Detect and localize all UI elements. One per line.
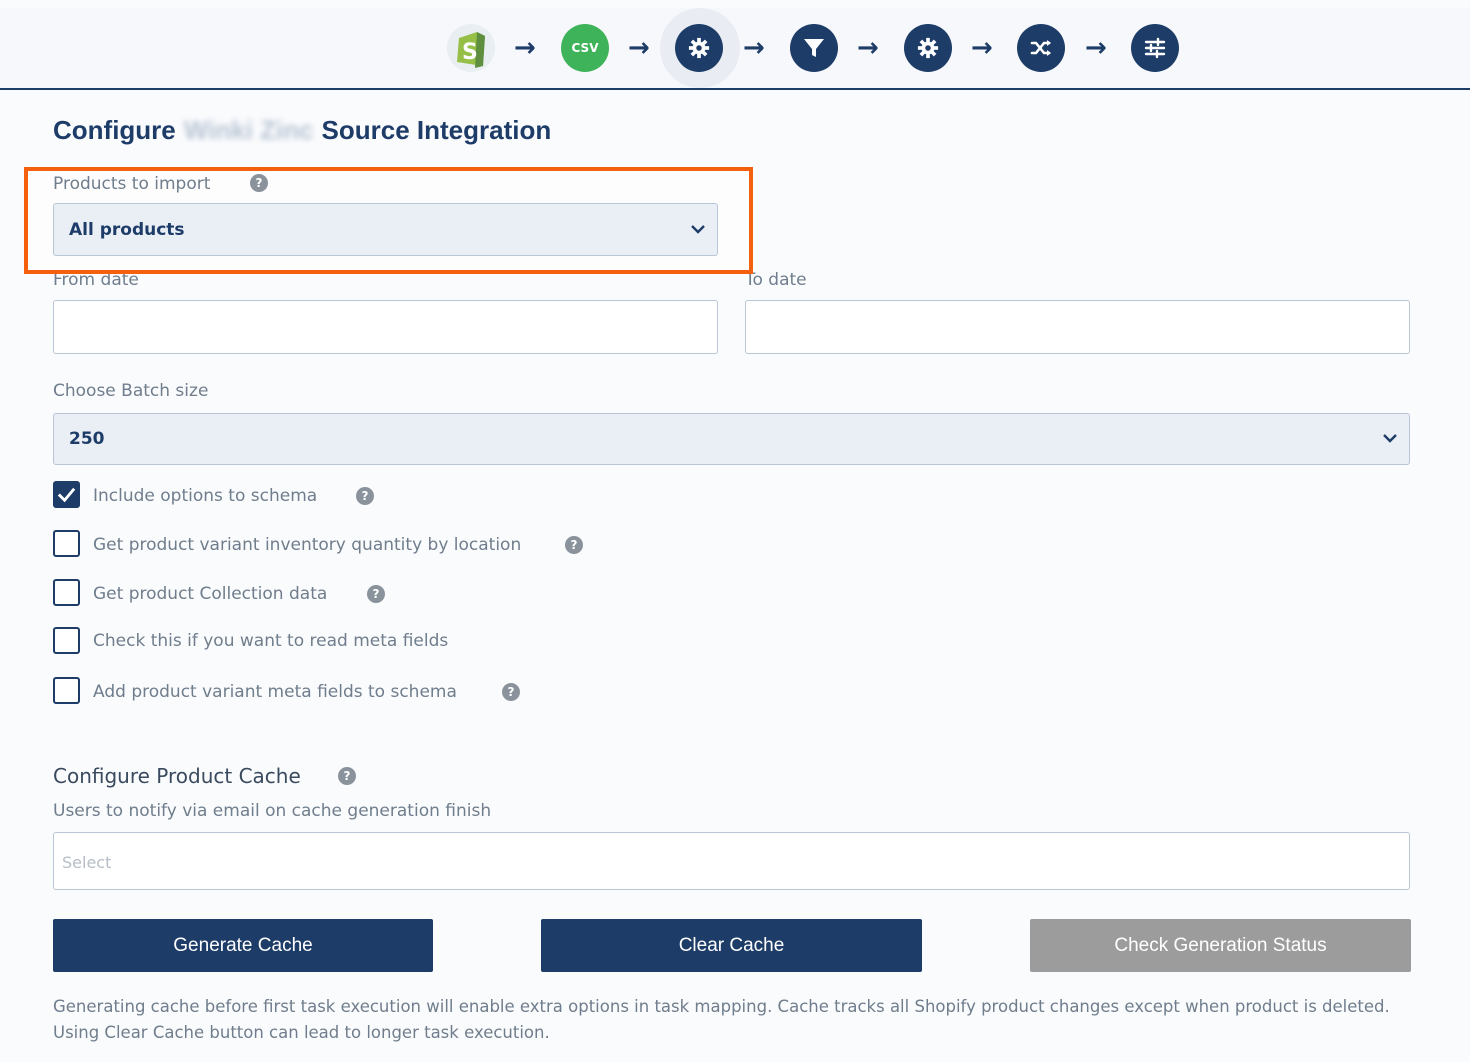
filter-icon	[804, 39, 824, 57]
help-icon[interactable]: ?	[565, 536, 583, 554]
inventory-by-location-checkbox[interactable]	[53, 530, 80, 557]
cache-footnote: Generating cache before first task execu…	[53, 997, 1390, 1042]
help-icon[interactable]: ?	[338, 767, 356, 785]
collection-data-label: Get product Collection data	[93, 584, 328, 604]
notify-users-select[interactable]: Select	[53, 832, 1410, 890]
settings-icon	[917, 37, 939, 59]
generate-cache-button[interactable]: Generate Cache	[53, 919, 433, 972]
include-options-label: Include options to schema	[93, 486, 318, 506]
page-title: Configure Winki Zinc Source Integration	[53, 115, 551, 146]
arrow-icon: →	[971, 33, 993, 63]
products-to-import-label: Products to import	[53, 174, 211, 194]
chevron-down-icon	[1383, 434, 1397, 443]
help-icon[interactable]: ?	[250, 174, 268, 192]
step-filter[interactable]	[790, 24, 838, 72]
help-icon[interactable]: ?	[502, 683, 520, 701]
to-date-label: To date	[745, 270, 807, 290]
arrow-icon: →	[628, 33, 650, 63]
clear-cache-button[interactable]: Clear Cache	[541, 919, 922, 972]
title-suffix: Source Integration	[321, 115, 552, 145]
chevron-down-icon	[691, 224, 705, 234]
step-shopify[interactable]: S	[447, 24, 495, 72]
arrow-icon: →	[743, 33, 765, 63]
step-list-settings[interactable]	[1131, 24, 1179, 72]
variant-meta-fields-checkbox[interactable]	[53, 677, 80, 704]
shuffle-icon	[1030, 40, 1051, 56]
workflow-stepper: S → CSV → → → → →	[0, 8, 1470, 90]
step-csv[interactable]: CSV	[561, 24, 609, 72]
read-meta-fields-checkbox[interactable]	[53, 627, 80, 654]
batch-size-label: Choose Batch size	[53, 381, 209, 401]
notify-users-placeholder: Select	[62, 853, 112, 872]
title-prefix: Configure	[53, 115, 176, 145]
arrow-icon: →	[857, 33, 879, 63]
arrow-icon: →	[1085, 33, 1107, 63]
batch-size-select[interactable]: 250	[53, 413, 1410, 465]
svg-text:S: S	[462, 40, 478, 65]
list-settings-icon	[1144, 37, 1166, 59]
csv-icon: CSV	[571, 41, 599, 55]
help-icon[interactable]: ?	[356, 487, 374, 505]
check-generation-status-button[interactable]: Check Generation Status	[1030, 919, 1411, 972]
read-meta-fields-label: Check this if you want to read meta fiel…	[93, 631, 449, 651]
notify-users-label: Users to notify via email on cache gener…	[53, 801, 492, 821]
include-options-checkbox[interactable]	[53, 481, 80, 508]
collection-data-checkbox[interactable]	[53, 579, 80, 606]
from-date-input[interactable]	[53, 300, 718, 354]
step-shuffle[interactable]	[1017, 24, 1065, 72]
products-to-import-select[interactable]: All products	[53, 203, 718, 256]
redacted-integration-name: Winki Zinc	[183, 115, 314, 145]
step-settings[interactable]	[675, 24, 723, 72]
step-settings-2[interactable]	[904, 24, 952, 72]
help-icon[interactable]: ?	[367, 585, 385, 603]
checkmark-icon	[57, 487, 76, 503]
to-date-input[interactable]	[745, 300, 1410, 354]
arrow-icon: →	[514, 33, 536, 63]
inventory-by-location-label: Get product variant inventory quantity b…	[93, 535, 522, 555]
shopify-icon: S	[457, 32, 485, 68]
batch-size-value: 250	[69, 429, 105, 449]
products-to-import-value: All products	[69, 219, 185, 240]
variant-meta-fields-label: Add product variant meta fields to schem…	[93, 682, 457, 702]
settings-icon	[688, 37, 710, 59]
cache-heading: Configure Product Cache	[53, 764, 301, 788]
